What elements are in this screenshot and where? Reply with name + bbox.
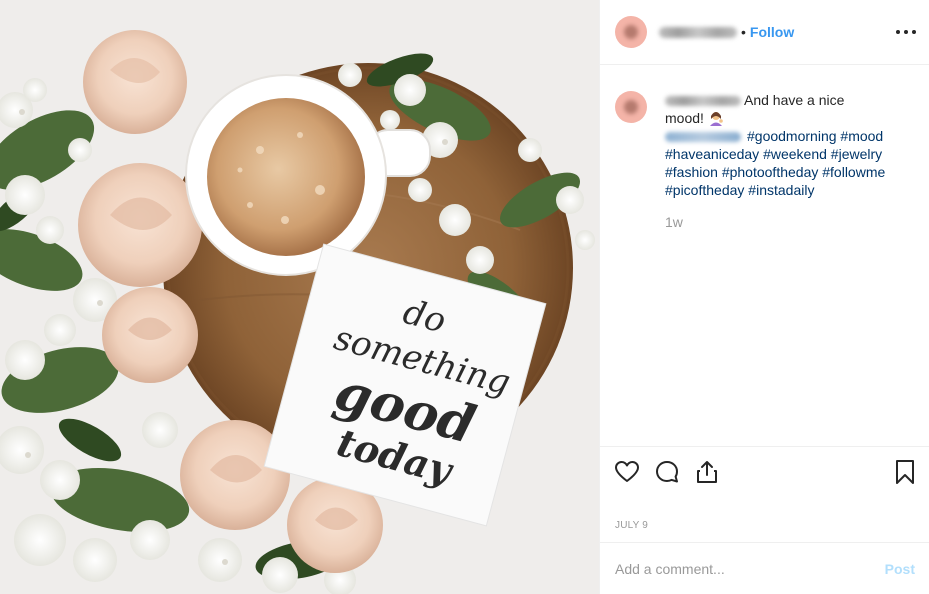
- caption-text: And have a nice mood! #goodmorning #mood…: [665, 91, 915, 199]
- heart-icon[interactable]: [614, 459, 640, 485]
- hashtag-jewelry[interactable]: #jewelry: [831, 146, 882, 162]
- caption-line-2: mood!: [665, 110, 704, 126]
- header-separator: •: [741, 24, 746, 40]
- hashtag-photooftheday[interactable]: #photooftheday: [722, 164, 819, 180]
- hashtag-followme[interactable]: #followme: [822, 164, 885, 180]
- post-date[interactable]: JULY 9: [615, 520, 648, 531]
- mentioned-user-redacted[interactable]: [665, 132, 741, 143]
- author-avatar[interactable]: [615, 16, 647, 48]
- hashtag-weekend[interactable]: #weekend: [763, 146, 827, 162]
- post-caption: And have a nice mood! #goodmorning #mood…: [615, 91, 915, 230]
- hashtag-goodmorning[interactable]: #goodmorning: [747, 128, 837, 144]
- caption-username-redacted[interactable]: [665, 96, 741, 107]
- post-header: • Follow: [600, 0, 929, 65]
- instagram-post: do something good today • Follow And hav…: [0, 0, 929, 594]
- person-tipping-hand-emoji: [709, 112, 723, 126]
- post-side-panel: • Follow And have a nice mood! #goodmorn…: [599, 0, 929, 594]
- post-comment-button[interactable]: Post: [885, 561, 915, 577]
- photo-illustration: do something good today: [0, 0, 599, 594]
- comment-bar: Post: [600, 542, 929, 594]
- hashtag-fashion[interactable]: #fashion: [665, 164, 718, 180]
- follow-button[interactable]: Follow: [750, 24, 794, 40]
- comment-icon[interactable]: [654, 459, 680, 485]
- caption-timestamp[interactable]: 1w: [665, 214, 915, 230]
- post-photo[interactable]: do something good today: [0, 0, 599, 594]
- share-icon[interactable]: [694, 459, 720, 485]
- post-actions: JULY 9: [600, 446, 929, 542]
- author-username-redacted[interactable]: [659, 26, 737, 38]
- caption-avatar[interactable]: [615, 91, 647, 123]
- hashtag-mood[interactable]: #mood: [840, 128, 883, 144]
- hashtag-instadaily[interactable]: #instadaily: [748, 182, 814, 198]
- hashtag-haveaniceday[interactable]: #haveaniceday: [665, 146, 759, 162]
- bookmark-icon[interactable]: [892, 459, 918, 485]
- comment-input[interactable]: [615, 560, 885, 577]
- caption-line-1: And have a nice: [744, 92, 845, 108]
- more-options-icon[interactable]: [896, 20, 916, 44]
- hashtag-picoftheday[interactable]: #picoftheday: [665, 182, 744, 198]
